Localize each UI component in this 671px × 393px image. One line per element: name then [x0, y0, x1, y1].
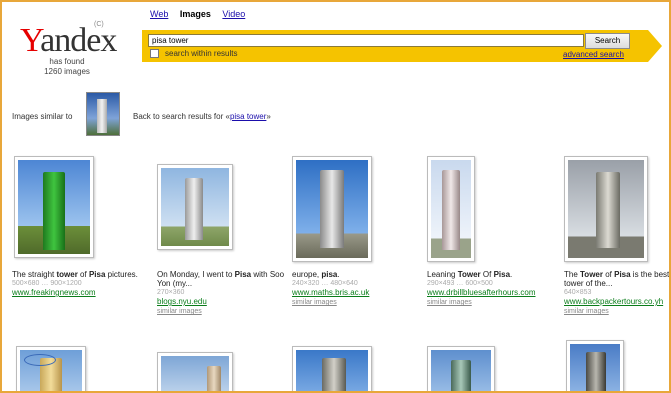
result-thumbnail-10[interactable]: [566, 340, 624, 391]
tab-images[interactable]: Images: [180, 9, 211, 19]
similar-images-link-5[interactable]: similar images: [564, 307, 669, 316]
found-label: has found: [49, 57, 85, 66]
result-title-4: Leaning Tower Of Pisa.: [427, 270, 513, 279]
result-title-2: On Monday, I went to Pisa with Soo Yon (…: [157, 270, 285, 288]
search-within-label: search within results: [165, 49, 238, 58]
result-size-5: 640×853: [564, 289, 592, 296]
search-within-results[interactable]: search within results: [150, 49, 237, 58]
result-caption-1: The straight tower of Pisa pictures. 500…: [12, 270, 140, 298]
result-title-5: The Tower of Pisa is the best tower of t…: [564, 270, 670, 288]
result-thumbnail-9[interactable]: [427, 346, 495, 391]
tab-web[interactable]: Web: [150, 9, 168, 19]
result-url-2[interactable]: blogs.nyu.edu: [157, 297, 285, 307]
search-input[interactable]: pisa tower: [148, 34, 584, 47]
similar-images-link-2[interactable]: similar images: [157, 307, 285, 316]
search-tabs: Web Images Video: [150, 9, 254, 19]
back-to-results-link[interactable]: pisa tower: [230, 112, 266, 121]
similar-images-link-3[interactable]: similar images: [292, 298, 420, 307]
reference-image-thumbnail[interactable]: [86, 92, 120, 136]
found-images-count: 1260 images: [44, 67, 90, 76]
result-caption-3: europe, pisa. 240×320 … 480×640 www.math…: [292, 270, 420, 307]
result-size-1: 500×680 … 900×1200: [12, 280, 82, 287]
result-thumbnail-4[interactable]: [427, 156, 475, 262]
advanced-search-link[interactable]: advanced search: [563, 50, 624, 59]
page-frame: Yandex (C) has found 1260 images Web Imag…: [0, 0, 671, 393]
found-count: has found 1260 images: [32, 57, 102, 77]
result-title-3: europe, pisa.: [292, 270, 340, 279]
result-thumbnail-2[interactable]: [157, 164, 233, 250]
result-thumbnail-3[interactable]: [292, 156, 372, 262]
result-url-4[interactable]: www.drbillbluesafterhours.com: [427, 288, 555, 298]
result-url-3[interactable]: www.maths.bris.ac.uk: [292, 288, 420, 298]
result-caption-4: Leaning Tower Of Pisa. 290×493 … 600×500…: [427, 270, 555, 307]
search-within-checkbox[interactable]: [150, 49, 159, 58]
result-size-4: 290×493 … 600×500: [427, 280, 493, 287]
result-caption-5: The Tower of Pisa is the best tower of t…: [564, 270, 670, 316]
yandex-logo[interactable]: Yandex (C): [20, 21, 117, 59]
result-size-3: 240×320 … 480×640: [292, 280, 358, 287]
similar-label: Images similar to: [12, 112, 73, 121]
tab-video[interactable]: Video: [222, 9, 245, 19]
result-thumbnail-5[interactable]: [564, 156, 648, 262]
logo-trademark: (C): [94, 21, 104, 28]
similar-images-link-4[interactable]: similar images: [427, 298, 555, 307]
logo-letter-y: Y: [20, 22, 41, 59]
back-to-results: Back to search results for «pisa tower»: [133, 112, 271, 121]
logo-letters: andex: [40, 22, 117, 59]
result-url-1[interactable]: www.freakingnews.com: [12, 288, 140, 298]
result-url-5[interactable]: www.backpackertours.co.yh: [564, 297, 669, 307]
back-prefix: Back to search results for «: [133, 112, 230, 121]
result-title-1: The straight tower of Pisa pictures.: [12, 270, 138, 279]
result-thumbnail-6[interactable]: [16, 346, 86, 391]
result-thumbnail-7[interactable]: [157, 352, 233, 391]
search-button[interactable]: Search: [585, 33, 630, 49]
result-caption-2: On Monday, I went to Pisa with Soo Yon (…: [157, 270, 285, 316]
result-size-2: 270×360: [157, 289, 185, 296]
result-thumbnail-8[interactable]: [292, 346, 372, 391]
search-band-arrow: [648, 30, 662, 62]
back-suffix: »: [266, 112, 271, 121]
result-thumbnail-1[interactable]: [14, 156, 94, 258]
